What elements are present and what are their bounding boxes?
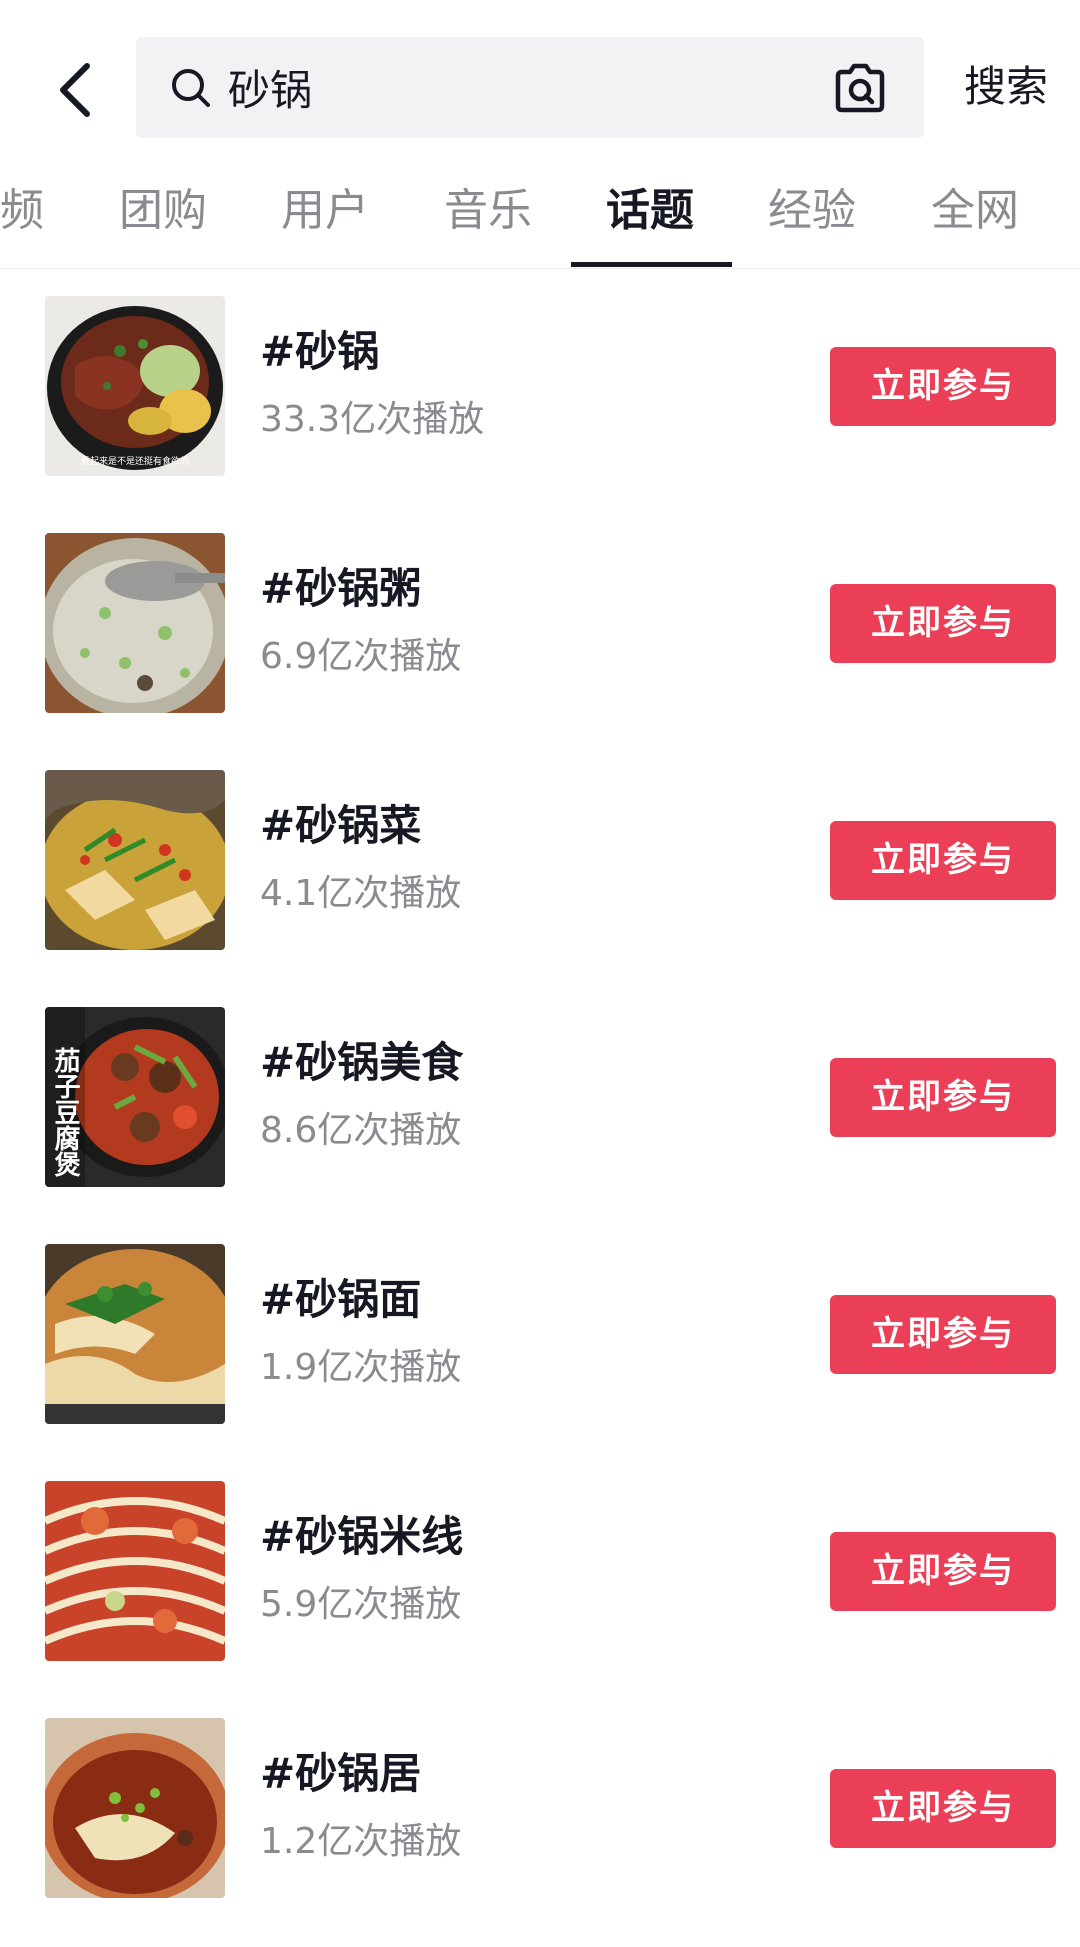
topic-play-count: 1.2亿次播放 bbox=[260, 1821, 462, 1862]
active-tab-indicator bbox=[571, 262, 732, 267]
topic-title[interactable]: #砂锅粥 bbox=[260, 555, 421, 616]
search-input[interactable] bbox=[228, 37, 788, 138]
topic-row[interactable]: #砂锅菜 4.1亿次播放 立即参与 bbox=[0, 742, 1080, 979]
join-button[interactable]: 立即参与 bbox=[830, 1295, 1056, 1374]
topic-play-count: 8.6亿次播放 bbox=[260, 1110, 462, 1151]
topic-title[interactable]: #砂锅米线 bbox=[260, 1503, 463, 1564]
back-arrow-icon bbox=[60, 63, 90, 117]
topic-play-count: 4.1亿次播放 bbox=[260, 873, 462, 914]
tab-whole-web[interactable]: 全网 bbox=[931, 180, 1019, 268]
topic-play-count: 6.9亿次播放 bbox=[260, 636, 462, 677]
topic-row[interactable]: #砂锅面 1.9亿次播放 立即参与 bbox=[0, 1216, 1080, 1453]
search-header: 搜索 bbox=[0, 0, 1080, 180]
tab-experience[interactable]: 经验 bbox=[768, 180, 856, 268]
topic-row[interactable]: #砂锅居 1.2亿次播放 立即参与 bbox=[0, 1690, 1080, 1927]
topic-thumbnail[interactable] bbox=[45, 533, 225, 713]
topic-row[interactable]: 茄子豆腐煲 #砂锅美食 8.6亿次播放 立即参与 bbox=[0, 979, 1080, 1216]
join-button[interactable]: 立即参与 bbox=[830, 1058, 1056, 1137]
tab-group-buy[interactable]: 团购 bbox=[119, 180, 207, 268]
topic-row[interactable]: #砂锅米线 5.9亿次播放 立即参与 bbox=[0, 1453, 1080, 1690]
topic-play-count: 33.3亿次播放 bbox=[260, 399, 485, 440]
topic-title[interactable]: #砂锅 bbox=[260, 318, 379, 379]
tab-music[interactable]: 音乐 bbox=[444, 180, 532, 268]
tab-users[interactable]: 用户 bbox=[281, 180, 369, 268]
join-button[interactable]: 立即参与 bbox=[830, 821, 1056, 900]
topic-thumbnail[interactable]: 茄子豆腐煲 bbox=[45, 1007, 225, 1187]
join-button[interactable]: 立即参与 bbox=[830, 584, 1056, 663]
topic-play-count: 5.9亿次播放 bbox=[260, 1584, 462, 1625]
topic-title[interactable]: #砂锅菜 bbox=[260, 792, 421, 853]
topic-thumbnail[interactable] bbox=[45, 770, 225, 950]
topic-title[interactable]: #砂锅美食 bbox=[260, 1029, 463, 1090]
join-button[interactable]: 立即参与 bbox=[830, 347, 1056, 426]
join-button[interactable]: 立即参与 bbox=[830, 1532, 1056, 1611]
topic-row[interactable]: 看起来是不是还挺有食欲的 #砂锅 33.3亿次播放 立即参与 bbox=[0, 268, 1080, 505]
topic-title[interactable]: #砂锅居 bbox=[260, 1740, 421, 1801]
topic-row[interactable]: #砂锅粥 6.9亿次播放 立即参与 bbox=[0, 505, 1080, 742]
topic-thumbnail[interactable] bbox=[45, 1244, 225, 1424]
join-button[interactable]: 立即参与 bbox=[830, 1769, 1056, 1848]
topic-thumbnail[interactable]: 看起来是不是还挺有食欲的 bbox=[45, 296, 225, 476]
tab-topics[interactable]: 话题 bbox=[606, 180, 694, 268]
category-tabs: 频 团购 用户 音乐 话题 经验 全网 bbox=[0, 180, 1080, 269]
topic-play-count: 1.9亿次播放 bbox=[260, 1347, 462, 1388]
topic-thumbnail[interactable] bbox=[45, 1481, 225, 1661]
tab-video[interactable]: 频 bbox=[0, 180, 44, 268]
camera-search-icon[interactable] bbox=[832, 62, 888, 114]
topic-thumbnail[interactable] bbox=[45, 1718, 225, 1898]
thumbnail-caption: 茄子豆腐煲 bbox=[50, 1047, 80, 1177]
thumbnail-caption: 看起来是不是还挺有食欲的 bbox=[81, 455, 189, 467]
back-button[interactable] bbox=[40, 50, 110, 130]
search-submit-button[interactable]: 搜索 bbox=[964, 52, 1048, 122]
search-icon bbox=[172, 69, 210, 107]
topic-title[interactable]: #砂锅面 bbox=[260, 1266, 421, 1327]
search-bar[interactable] bbox=[136, 37, 924, 138]
